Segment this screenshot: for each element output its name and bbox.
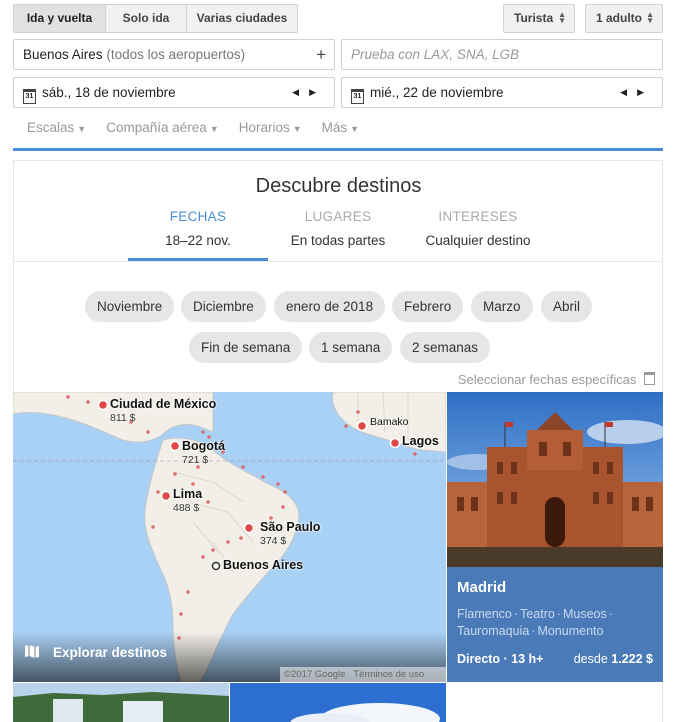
trip-type-multi-city[interactable]: Varias ciudades xyxy=(186,5,297,32)
cabin-class-label: Turista xyxy=(514,11,554,25)
featured-flight-info: Directo · 13 h+ xyxy=(457,652,544,666)
trip-type-round-trip[interactable]: Ida y vuelta xyxy=(14,5,105,32)
chip-duration[interactable]: Fin de semana xyxy=(189,332,303,363)
explore-destinations-label: Explorar destinos xyxy=(53,645,168,660)
date-prev-next-icon[interactable]: ◀▶ xyxy=(292,78,326,107)
map-city-label[interactable]: Bogotá xyxy=(182,439,225,453)
updown-arrow-icon: ▲ ▼ xyxy=(646,10,654,25)
chip-month[interactable]: Diciembre xyxy=(181,291,266,322)
destination-field[interactable]: Prueba con LAX, SNA, LGB xyxy=(341,39,663,70)
tab-places[interactable]: LUGARES En todas partes xyxy=(268,209,408,248)
filter-airline[interactable]: Compañía aérea ▼ xyxy=(106,120,219,135)
map-icon xyxy=(25,645,39,658)
destination-placeholder: Prueba con LAX, SNA, LGB xyxy=(351,47,520,62)
sky-photo xyxy=(230,683,446,722)
origin-city: Buenos Aires xyxy=(23,47,103,62)
waterfall-photo xyxy=(13,683,229,722)
add-airport-plus-icon[interactable]: + xyxy=(316,40,326,69)
featured-destination-card[interactable]: Madrid Flamenco · Teatro · Museos · Tauromaqu… xyxy=(447,392,663,682)
destination-card-waterfall[interactable] xyxy=(13,683,229,722)
depart-date-field[interactable]: 31 sáb., 18 de noviembre ◀▶ xyxy=(13,77,335,108)
filter-more[interactable]: Más ▼ xyxy=(322,120,359,135)
destination-card-sky[interactable] xyxy=(230,683,446,722)
depart-date: sáb., 18 de noviembre xyxy=(42,85,176,100)
map-city-label[interactable]: Lima xyxy=(173,487,202,501)
chip-duration[interactable]: 2 semanas xyxy=(400,332,491,363)
passengers-label: 1 adulto xyxy=(596,11,643,25)
tabs-divider xyxy=(14,261,662,262)
return-date-field[interactable]: 31 mié., 22 de noviembre ◀▶ xyxy=(341,77,663,108)
map-city-price: 488 $ xyxy=(173,502,200,514)
passengers-dropdown[interactable]: 1 adulto ▲ ▼ xyxy=(585,4,663,33)
tab-dates[interactable]: FECHAS 18–22 nov. xyxy=(128,209,268,248)
map-city-price: 811 $ xyxy=(110,412,136,424)
madrid-bullring-photo xyxy=(447,392,663,567)
calendar-icon xyxy=(644,372,655,385)
updown-arrow-icon: ▲ ▼ xyxy=(558,10,566,25)
map-attribution: ©2017 Google Términos de uso xyxy=(280,667,446,682)
map-origin-label: Buenos Aires xyxy=(223,558,304,572)
filter-stops[interactable]: Escalas ▼ xyxy=(27,120,86,135)
map-terms-link[interactable]: Términos de uso xyxy=(353,669,424,680)
origin-detail: (todos los aeropuertos) xyxy=(106,47,246,62)
origin-field[interactable]: Buenos Aires (todos los aeropuertos) + xyxy=(13,39,335,70)
map-city-price: 374 $ xyxy=(260,535,287,547)
map-city-label[interactable]: Bamako xyxy=(370,416,409,428)
chip-month[interactable]: enero de 2018 xyxy=(274,291,386,322)
chip-duration[interactable]: 1 semana xyxy=(309,332,393,363)
tab-interests[interactable]: INTERESES Cualquier destino xyxy=(408,209,548,248)
chip-month[interactable]: Abril xyxy=(541,291,593,322)
specific-dates-link[interactable]: Seleccionar fechas específicas xyxy=(458,372,655,387)
trip-type-one-way[interactable]: Solo ida xyxy=(105,5,186,32)
return-date: mié., 22 de noviembre xyxy=(370,85,504,100)
date-prev-next-icon[interactable]: ◀▶ xyxy=(620,78,654,107)
trip-type-selector: Ida y vuelta Solo ida Varias ciudades xyxy=(13,4,298,33)
chip-month[interactable]: Febrero xyxy=(392,291,464,322)
featured-destination-tags: Flamenco · Teatro · Museos · Tauromaquia · Monu… xyxy=(457,607,613,638)
filter-bar: Escalas ▼ Compañía aérea ▼ Horarios ▼ Más ▼ xyxy=(27,120,359,135)
discover-title: Descubre destinos xyxy=(255,175,422,197)
map-city-label[interactable]: Lagos xyxy=(402,434,439,448)
map-city-label[interactable]: São Paulo xyxy=(260,520,320,534)
chip-month[interactable]: Marzo xyxy=(471,291,533,322)
featured-price: desde 1.222 $ xyxy=(573,652,653,666)
filter-times[interactable]: Horarios ▼ xyxy=(239,120,302,135)
section-divider xyxy=(13,148,663,151)
calendar-icon: 31 xyxy=(23,89,36,104)
map-city-label[interactable]: Ciudad de México xyxy=(110,397,216,411)
chip-month[interactable]: Noviembre xyxy=(85,291,175,322)
cabin-class-dropdown[interactable]: Turista ▲ ▼ xyxy=(503,4,575,33)
featured-destination-name: Madrid xyxy=(457,579,507,596)
map-city-price: 721 $ xyxy=(182,454,209,466)
calendar-icon: 31 xyxy=(351,89,364,104)
